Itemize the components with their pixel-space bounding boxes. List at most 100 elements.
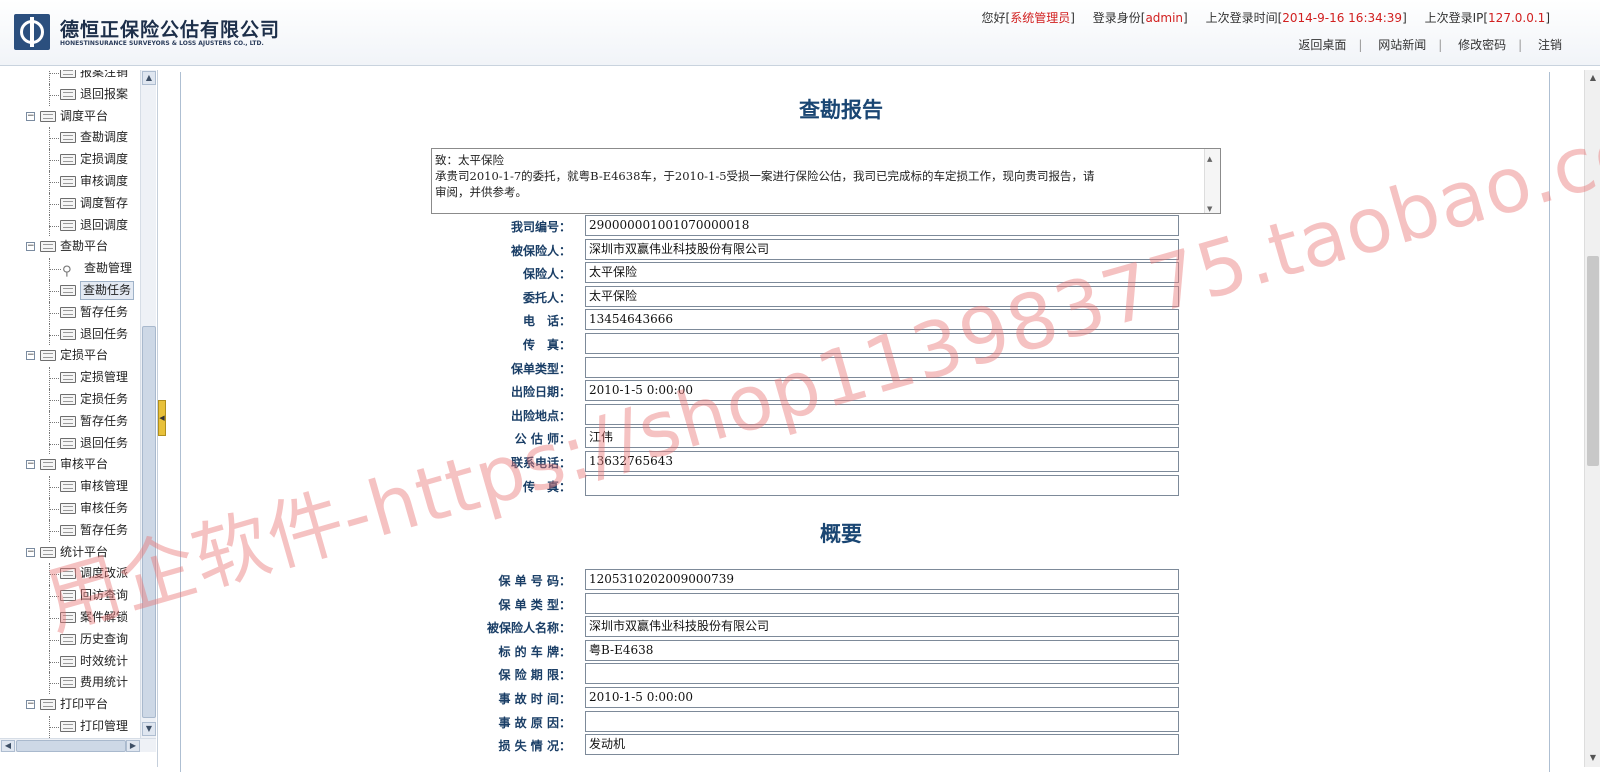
tree-item[interactable]: 时效统计 [0, 650, 140, 673]
scroll-thumb-horizontal[interactable] [16, 740, 126, 752]
tree-item[interactable]: 审核调度 [0, 170, 140, 193]
main-vertical-scrollbar[interactable]: ▲ ▼ [1584, 70, 1600, 767]
form-row: 联系电话： 13632765643 [431, 451, 1181, 473]
tree-item[interactable]: ⚲ 查勘管理 [0, 258, 140, 280]
tree-item-label: 查勘调度 [80, 130, 129, 145]
field-input[interactable]: 粤B-E4638 [585, 639, 1179, 661]
folder-icon [60, 219, 76, 231]
tree-item[interactable]: 暂存任务 [0, 410, 140, 433]
tree-item[interactable]: 退回调度 [0, 214, 140, 237]
tree-group[interactable]: − 查勘平台 [0, 236, 140, 258]
field-input[interactable] [585, 333, 1179, 354]
field-input[interactable]: 290000001001070000018 [585, 215, 1179, 236]
report-letter-textarea[interactable]: 致：太平保险 承贵司2010-1-7的委托，就粤B-E4638车，于2010-1… [431, 148, 1221, 214]
tree-group-label: 定损平台 [60, 348, 109, 363]
tree-item-label: 定损任务 [80, 391, 129, 406]
scroll-right-arrow-icon[interactable]: ▶ [126, 740, 140, 752]
tree-item[interactable]: 审核管理 [0, 476, 140, 498]
field-input[interactable]: 2010-1-5 0:00:00 [585, 687, 1179, 708]
tree-item[interactable]: 查勘任务 [0, 279, 140, 302]
field-input[interactable]: 13632765643 [585, 451, 1179, 472]
tree-item[interactable]: 定损管理 [0, 367, 140, 389]
collapse-toggle-icon[interactable]: − [26, 460, 35, 470]
sidebar-horizontal-scrollbar[interactable]: ◀ ▶ [0, 738, 156, 752]
tree-item[interactable]: 费用统计 [0, 672, 140, 695]
back-to-desktop-link[interactable]: 返回桌面 [1286, 38, 1358, 52]
field-input[interactable]: 2010-1-5 0:00:00 [585, 380, 1179, 402]
change-password-link[interactable]: 修改密码 [1446, 38, 1518, 52]
field-input[interactable] [585, 403, 1179, 425]
scroll-up-arrow-icon[interactable]: ▲ [1207, 151, 1212, 167]
tree-group[interactable]: − 调度平台 [0, 106, 140, 128]
search-icon: ⚲ [62, 264, 72, 280]
tree-item-label: 退回调度 [80, 217, 129, 232]
field-input[interactable] [585, 592, 1179, 614]
collapse-toggle-icon[interactable]: − [26, 547, 35, 557]
tree-item[interactable]: 退回报案 [0, 83, 140, 106]
tree-item[interactable]: 调度改派 [0, 563, 140, 586]
field-input[interactable]: 1205310202009000739 [585, 569, 1179, 590]
tree-group[interactable]: − 统计平台 [0, 542, 140, 564]
scroll-left-arrow-icon[interactable]: ◀ [1, 740, 15, 752]
tree-item[interactable]: 回访查询 [0, 585, 140, 607]
collapse-toggle-icon[interactable]: − [26, 700, 35, 710]
field-input[interactable]: 发动机 [585, 734, 1179, 756]
field-input[interactable]: 太平保险 [585, 262, 1179, 284]
field-label: 委托人： [522, 290, 571, 305]
scroll-down-arrow-icon[interactable]: ▼ [1207, 201, 1212, 217]
field-label: 我司编号： [510, 220, 571, 234]
tree-item-label: 查勘管理 [84, 261, 133, 276]
collapse-toggle-icon[interactable]: − [26, 351, 35, 361]
tree-item[interactable]: 暂存任务 [0, 301, 140, 324]
field-input[interactable]: 江伟 [585, 427, 1179, 449]
tree-item-label: 历史查询 [80, 631, 129, 646]
tree-item[interactable]: 打印管理 [0, 715, 140, 738]
folder-icon [40, 546, 56, 558]
tree-item[interactable]: 查勘调度 [0, 127, 140, 150]
logout-link[interactable]: 注销 [1526, 38, 1574, 52]
tree-item[interactable]: 暂存任务 [0, 519, 140, 542]
scroll-down-arrow-icon[interactable]: ▼ [142, 722, 156, 736]
site-news-link[interactable]: 网站新闻 [1366, 38, 1438, 52]
tree-group[interactable]: − 审核平台 [0, 454, 140, 476]
letter-scrollbar[interactable]: ▲ ▼ [1204, 149, 1220, 213]
tree-item[interactable]: 调度暂存 [0, 192, 140, 215]
field-label: 出险日期： [510, 385, 571, 400]
tree-item[interactable]: 报案注销 [0, 70, 140, 84]
tree-group[interactable]: − 定损平台 [0, 345, 140, 367]
tree-item-label: 回访查询 [80, 588, 129, 603]
sidebar-vertical-scrollbar[interactable]: ▲ ▼ [140, 70, 156, 738]
field-input[interactable] [585, 710, 1179, 732]
field-input[interactable]: 深圳市双赢伟业科技股份有限公司 [585, 238, 1179, 260]
scroll-up-arrow-icon[interactable]: ▲ [1586, 71, 1600, 85]
collapse-toggle-icon[interactable]: − [26, 242, 35, 252]
field-input[interactable]: 13454643666 [585, 309, 1179, 331]
sidebar-collapse-handle[interactable]: ◀ [158, 400, 166, 436]
field-label: 损 失 情 况： [498, 739, 571, 754]
scroll-thumb[interactable] [142, 326, 156, 718]
collapse-toggle-icon[interactable]: − [26, 111, 35, 121]
tree-group[interactable]: − 打印平台 [0, 694, 140, 716]
top-links: 返回桌面 | 网站新闻 | 修改密码 | 注销 [1286, 36, 1574, 53]
tree-item[interactable]: 审核任务 [0, 497, 140, 520]
tree-item[interactable]: 定损调度 [0, 149, 140, 171]
tree-item-label: 审核调度 [80, 173, 129, 188]
scroll-down-arrow-icon[interactable]: ▼ [1586, 751, 1600, 765]
field-input[interactable]: 太平保险 [585, 285, 1179, 307]
tree-item[interactable]: 案件解锁 [0, 606, 140, 629]
field-input[interactable] [585, 356, 1179, 378]
tree-group-label: 打印平台 [60, 697, 109, 712]
scroll-up-arrow-icon[interactable]: ▲ [142, 71, 156, 85]
field-input[interactable] [585, 474, 1179, 496]
folder-icon [40, 241, 56, 253]
scroll-thumb[interactable] [1587, 256, 1599, 466]
tree-item[interactable]: 退回任务 [0, 323, 140, 346]
tree-item[interactable]: 退回任务 [0, 432, 140, 455]
form-row: 公 估 师： 江伟 [431, 427, 1181, 449]
field-label: 标 的 车 牌： [498, 644, 571, 659]
field-input[interactable] [585, 663, 1179, 685]
field-input[interactable]: 深圳市双赢伟业科技股份有限公司 [585, 616, 1179, 638]
tree-item[interactable]: 历史查询 [0, 628, 140, 651]
form-row: 损 失 情 况： 发动机 [431, 734, 1181, 756]
tree-item[interactable]: 定损任务 [0, 388, 140, 411]
